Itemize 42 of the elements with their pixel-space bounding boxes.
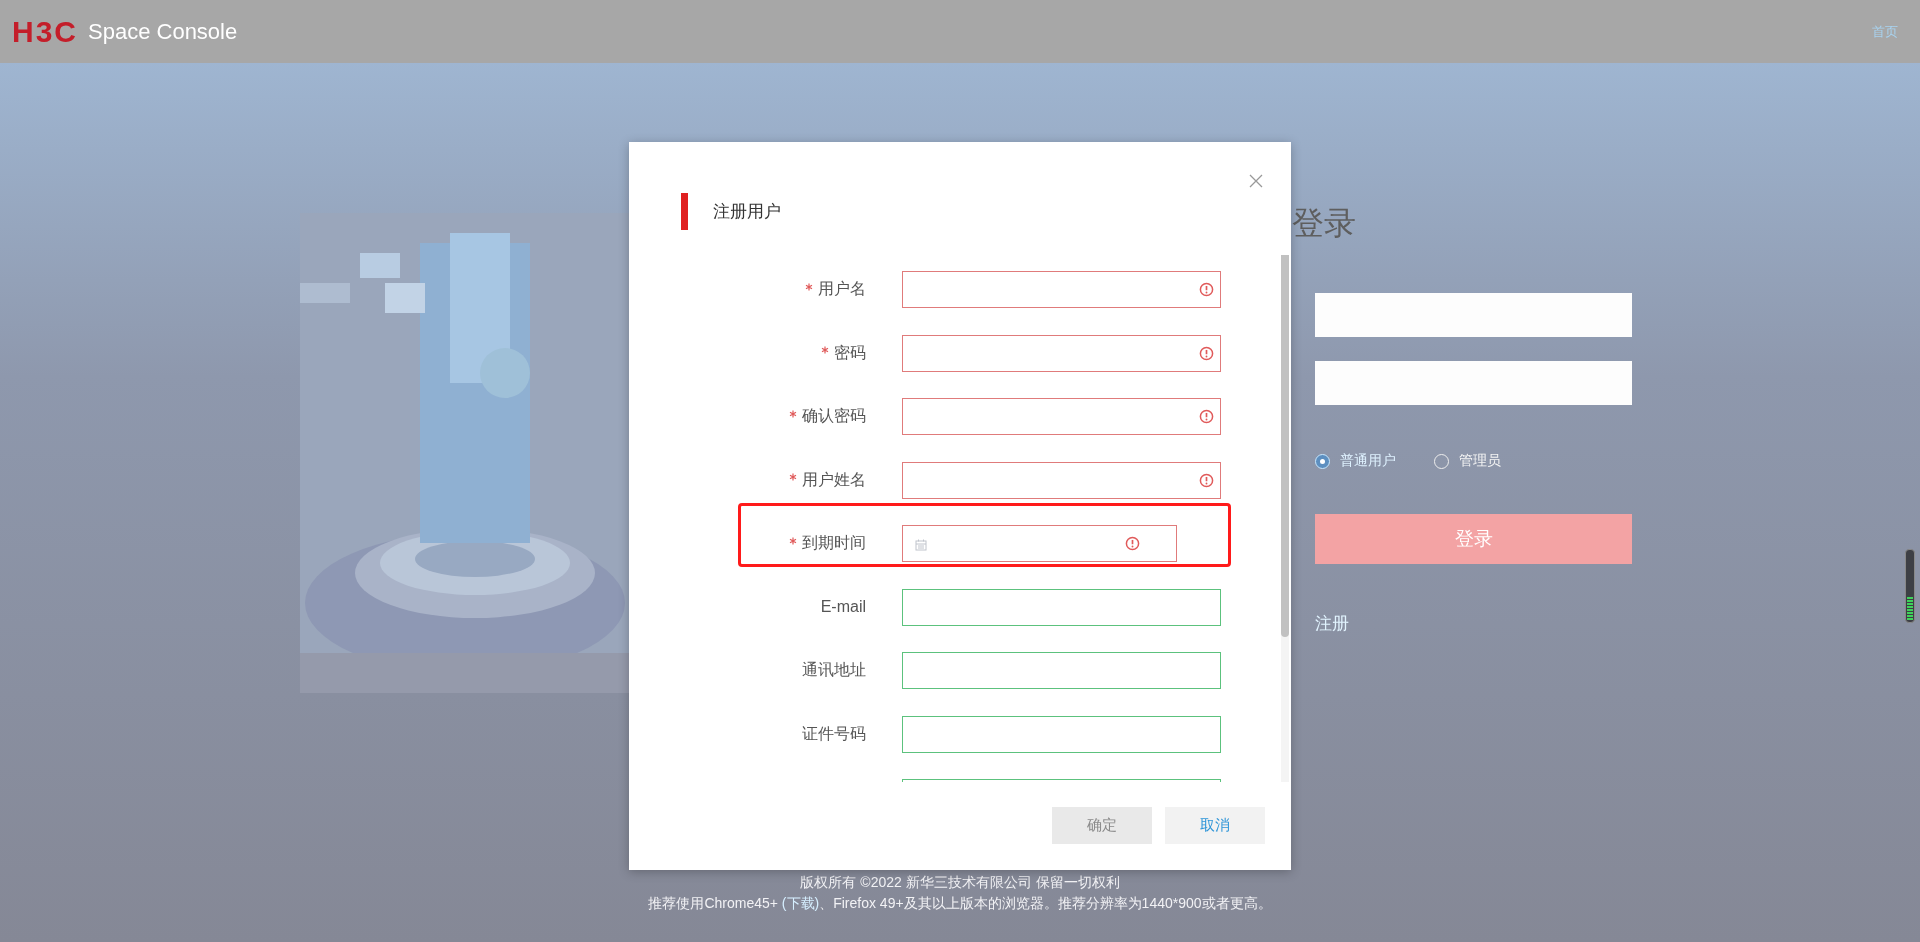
calendar-icon — [915, 539, 927, 551]
dialog-title: 注册用户 — [713, 201, 781, 223]
field-label: 证件号码 — [802, 723, 866, 744]
home-link[interactable]: 首页 — [1872, 22, 1898, 41]
input-field[interactable] — [902, 715, 1221, 753]
logo: H3C — [12, 14, 78, 49]
product-name: Space Console — [88, 18, 238, 45]
field-label: 确认密码 — [802, 406, 866, 426]
field-label: 密码 — [834, 342, 866, 363]
field-label: 通讯地址 — [802, 660, 866, 680]
role-radio[interactable]: 管理员 — [1434, 452, 1501, 470]
role-label: 普通用户 — [1340, 452, 1396, 470]
download-link[interactable]: (下载) — [781, 895, 820, 911]
input-field[interactable] — [902, 334, 1221, 372]
role-label: 管理员 — [1459, 452, 1501, 470]
input-field[interactable] — [902, 398, 1221, 435]
warning-icon — [1199, 282, 1214, 297]
login-button[interactable]: 登录 — [1315, 514, 1632, 564]
input-field[interactable] — [902, 525, 1177, 562]
password-input[interactable] — [1315, 361, 1632, 405]
field-label: E-mail — [820, 598, 866, 616]
field-label: 到期时间 — [802, 533, 866, 553]
input-field[interactable] — [902, 588, 1221, 626]
input-field[interactable] — [902, 461, 1221, 499]
username-input[interactable] — [1315, 293, 1632, 337]
input-field[interactable] — [902, 652, 1221, 689]
field-label: 用户名 — [818, 279, 866, 299]
input-field[interactable] — [902, 271, 1221, 308]
close-icon[interactable] — [1249, 174, 1263, 188]
login-title: 登录 — [1292, 204, 1357, 243]
warning-icon — [1199, 345, 1214, 361]
warning-icon — [1199, 472, 1214, 488]
title-accent — [681, 193, 688, 230]
register-link[interactable]: 注册 — [1315, 612, 1632, 635]
role-radio[interactable]: 普通用户 — [1315, 452, 1396, 470]
cancel-button[interactable]: 取消 — [1165, 807, 1265, 844]
copyright-text: 版权所有 ©2022 新华三技术有限公司 保留一切权利 — [800, 873, 1120, 892]
browser-recommendation: 推荐使用Chrome45+ (下载)、Firefox 49+及其以上版本的浏览器。推荐分辨率为1440*900或者更高。 — [648, 894, 1272, 913]
warning-icon — [1125, 536, 1140, 551]
scrollbar-thumb[interactable] — [1281, 255, 1289, 637]
field-label: 用户姓名 — [802, 469, 866, 490]
warning-icon — [1199, 409, 1214, 424]
